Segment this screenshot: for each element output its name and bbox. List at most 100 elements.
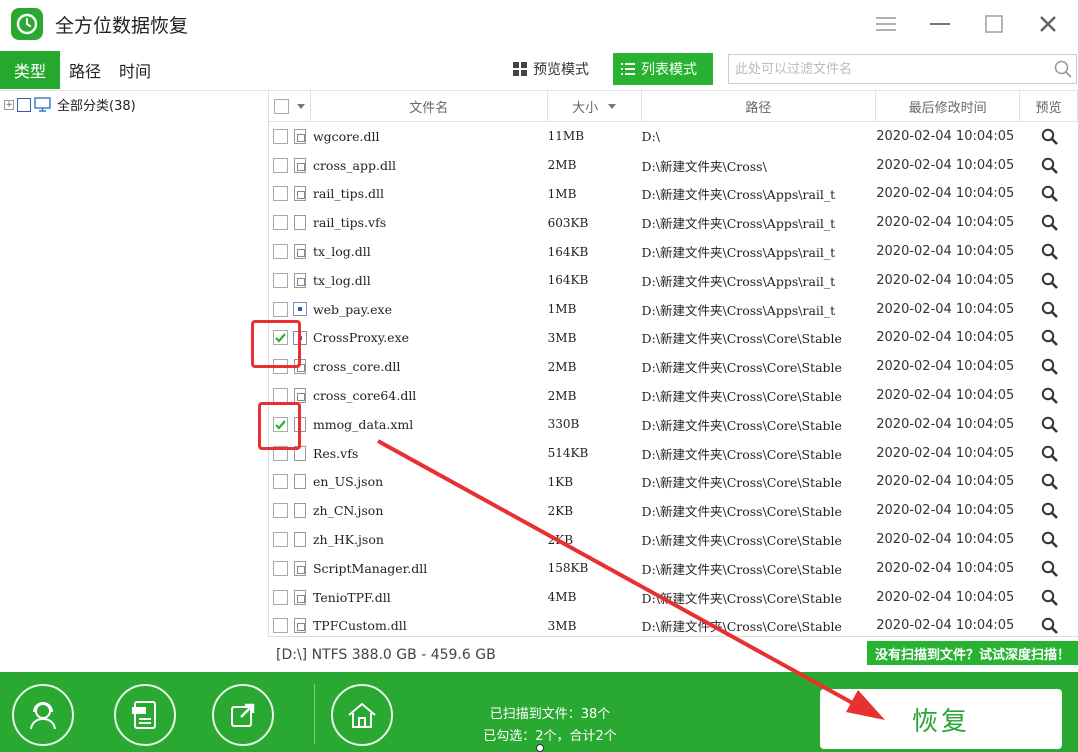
table-row[interactable]: zh_CN.json 2KB D:\新建文件夹\Cross\Core\Stable 2…: [269, 496, 1078, 525]
preview-mode-button[interactable]: 预览模式: [505, 53, 597, 85]
table-row[interactable]: web_pay.exe 1MB D:\新建文件夹\Cross\Apps\rail_t…: [269, 295, 1078, 324]
table-row[interactable]: cross_app.dll 2MB D:\新建文件夹\Cross\ 2020-02-0…: [269, 151, 1078, 180]
table-row[interactable]: tx_log.dll 164KB D:\新建文件夹\Cross\Apps\rail_…: [269, 266, 1078, 295]
row-checkbox-cell: [269, 266, 289, 295]
row-checkbox[interactable]: [273, 503, 288, 519]
table-row[interactable]: ScriptManager.dll 158KB D:\新建文件夹\Cross\Cor…: [269, 554, 1078, 583]
filter-input[interactable]: [729, 55, 1050, 83]
preview-search-icon[interactable]: [1020, 237, 1078, 266]
maximize-icon[interactable]: [976, 8, 1012, 40]
file-dll-icon: [293, 157, 306, 173]
export-icon[interactable]: [212, 684, 274, 746]
preview-search-icon[interactable]: [1020, 381, 1078, 410]
support-icon[interactable]: [12, 684, 74, 746]
preview-search-icon[interactable]: [1020, 208, 1078, 237]
preview-search-icon[interactable]: [1020, 496, 1078, 525]
file-path: D:\新建文件夹\Cross\Core\Stable: [641, 360, 842, 376]
file-size: 3MB: [547, 330, 577, 345]
row-checkbox[interactable]: [273, 388, 288, 404]
recover-button[interactable]: 恢复: [820, 689, 1062, 749]
preview-search-icon[interactable]: [1020, 468, 1078, 497]
row-checkbox[interactable]: [273, 301, 288, 317]
file-dll-icon: [293, 186, 306, 202]
file-modified-time: 2020-02-04 10:04:05: [876, 157, 1015, 173]
file-dll-icon: [293, 244, 306, 260]
tab-type[interactable]: 类型: [0, 51, 60, 89]
table-row[interactable]: wgcore.dll 11MB D:\ 2020-02-04 10:04:05: [269, 122, 1078, 151]
row-checkbox[interactable]: [273, 474, 288, 490]
row-checkbox[interactable]: [273, 560, 288, 576]
table-row[interactable]: mmog_data.xml 330B D:\新建文件夹\Cross\Core\Sta…: [269, 410, 1078, 439]
table-row[interactable]: cross_core64.dll 2MB D:\新建文件夹\Cross\Core\S…: [269, 381, 1078, 410]
file-name: zh_HK.json: [312, 532, 384, 548]
row-checkbox[interactable]: [273, 186, 288, 202]
deep-scan-button[interactable]: 没有扫描到文件？试试深度扫描！: [866, 641, 1078, 665]
tab-time[interactable]: 时间: [110, 51, 160, 89]
table-row[interactable]: en_US.json 1KB D:\新建文件夹\Cross\Core\Stable 2…: [269, 468, 1078, 497]
table-row[interactable]: rail_tips.dll 1MB D:\新建文件夹\Cross\Apps\rail…: [269, 180, 1078, 209]
category-tree: + 全部分类(38): [0, 90, 268, 670]
table-row[interactable]: Res.vfs 514KB D:\新建文件夹\Cross\Core\Stable 20…: [269, 439, 1078, 468]
row-checkbox[interactable]: [273, 128, 288, 144]
app-title: 全方位数据恢复: [55, 14, 189, 37]
header-time[interactable]: 最后修改时间: [876, 91, 1021, 121]
file-type-cell: [289, 151, 311, 180]
header-name[interactable]: 文件名: [311, 91, 548, 121]
preview-search-icon[interactable]: [1020, 122, 1078, 151]
table-row[interactable]: cross_core.dll 2MB D:\新建文件夹\Cross\Core\Sta…: [269, 352, 1078, 381]
row-checkbox[interactable]: [273, 272, 288, 288]
header-preview: 预览: [1020, 91, 1078, 121]
row-checkbox[interactable]: [273, 589, 288, 605]
file-size: 2MB: [547, 359, 577, 374]
preview-search-icon[interactable]: [1020, 583, 1078, 612]
preview-search-icon[interactable]: [1020, 295, 1078, 324]
preview-search-icon[interactable]: [1020, 266, 1078, 295]
file-modified-time: 2020-02-04 10:04:05: [876, 474, 1015, 490]
header-path[interactable]: 路径: [642, 91, 877, 121]
tab-path[interactable]: 路径: [60, 51, 110, 89]
close-icon[interactable]: [1030, 8, 1066, 40]
row-checkbox[interactable]: [273, 215, 288, 231]
pdf-icon[interactable]: [114, 684, 176, 746]
chevron-down-icon[interactable]: [297, 103, 305, 109]
preview-search-icon[interactable]: [1020, 439, 1078, 468]
preview-search-icon[interactable]: [1020, 525, 1078, 554]
table-row[interactable]: rail_tips.vfs 603KB D:\新建文件夹\Cross\Apps\ra…: [269, 208, 1078, 237]
file-file-icon: [293, 474, 306, 490]
tree-root-all[interactable]: + 全部分类(38): [0, 91, 268, 118]
table-row[interactable]: CrossProxy.exe 3MB D:\新建文件夹\Cross\Core\Sta…: [269, 324, 1078, 353]
preview-search-icon[interactable]: [1020, 410, 1078, 439]
table-row[interactable]: zh_HK.json 2KB D:\新建文件夹\Cross\Core\Stable 2…: [269, 525, 1078, 554]
tree-root-checkbox[interactable]: [17, 97, 31, 112]
row-checkbox[interactable]: [273, 157, 288, 173]
row-checkbox[interactable]: [273, 244, 288, 260]
filter-box: [728, 54, 1077, 84]
select-all-checkbox[interactable]: [274, 98, 289, 114]
preview-search-icon[interactable]: [1020, 180, 1078, 209]
preview-search-icon[interactable]: [1020, 554, 1078, 583]
preview-search-icon[interactable]: [1020, 324, 1078, 353]
scanned-count: 已扫描到文件：38个: [489, 707, 611, 722]
file-modified-time: 2020-02-04 10:04:05: [876, 416, 1015, 432]
row-checkbox[interactable]: [273, 532, 288, 548]
search-icon[interactable]: [1050, 60, 1076, 78]
file-type-cell: [289, 266, 311, 295]
select-all-header[interactable]: [269, 91, 311, 121]
file-dll-icon: [293, 560, 306, 576]
menu-icon[interactable]: [868, 8, 904, 40]
file-type-cell: [289, 237, 311, 266]
table-row[interactable]: TenioTPF.dll 4MB D:\新建文件夹\Cross\Core\Stabl…: [269, 583, 1078, 612]
preview-search-icon[interactable]: [1020, 612, 1078, 636]
expand-icon[interactable]: +: [4, 99, 14, 110]
file-size: 1KB: [547, 474, 574, 489]
preview-search-icon[interactable]: [1020, 352, 1078, 381]
minimize-icon[interactable]: [922, 8, 958, 40]
list-mode-button[interactable]: 列表模式: [613, 53, 713, 85]
home-icon[interactable]: [331, 684, 393, 746]
table-row[interactable]: tx_log.dll 164KB D:\新建文件夹\Cross\Apps\rail_…: [269, 237, 1078, 266]
header-size[interactable]: 大小: [548, 91, 642, 121]
preview-search-icon[interactable]: [1020, 151, 1078, 180]
row-checkbox[interactable]: [273, 618, 288, 634]
file-size: 2MB: [547, 388, 577, 403]
table-row[interactable]: TPFCustom.dll 3MB D:\新建文件夹\Cross\Core\Stab…: [269, 612, 1078, 636]
